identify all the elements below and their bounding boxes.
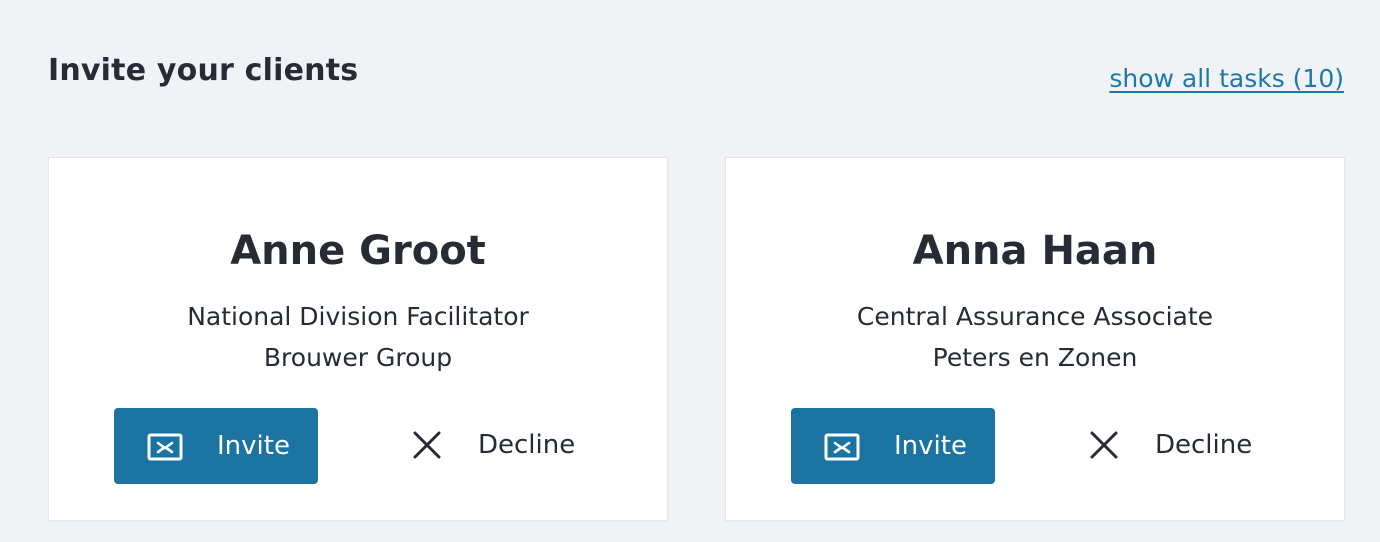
client-name: Anne Groot	[230, 228, 486, 274]
invite-button[interactable]: Invite	[114, 408, 318, 484]
decline-button[interactable]: Decline	[409, 420, 589, 470]
client-card: Anne Groot National Division Facilitator…	[49, 158, 667, 520]
invite-button[interactable]: Invite	[791, 408, 995, 484]
invite-label: Invite	[894, 431, 967, 461]
decline-button[interactable]: Decline	[1086, 420, 1266, 470]
close-icon	[1090, 431, 1118, 459]
decline-label: Decline	[478, 430, 576, 460]
invite-label: Invite	[217, 431, 290, 461]
close-icon	[413, 431, 441, 459]
client-card: Anna Haan Central Assurance Associate Pe…	[726, 158, 1344, 520]
client-role: Central Assurance Associate	[856, 302, 1214, 331]
section-title: Invite your clients	[48, 53, 359, 88]
mail-icon	[824, 433, 860, 461]
show-all-tasks-link[interactable]: show all tasks (10)	[1109, 62, 1344, 96]
client-company: Peters en Zonen	[932, 343, 1138, 372]
section-header: Invite your clients show all tasks (10)	[48, 52, 1344, 96]
client-role: National Division Facilitator	[187, 302, 529, 331]
mail-icon	[147, 433, 183, 461]
client-company: Brouwer Group	[263, 343, 453, 372]
client-name: Anna Haan	[912, 228, 1158, 274]
decline-label: Decline	[1155, 430, 1253, 460]
